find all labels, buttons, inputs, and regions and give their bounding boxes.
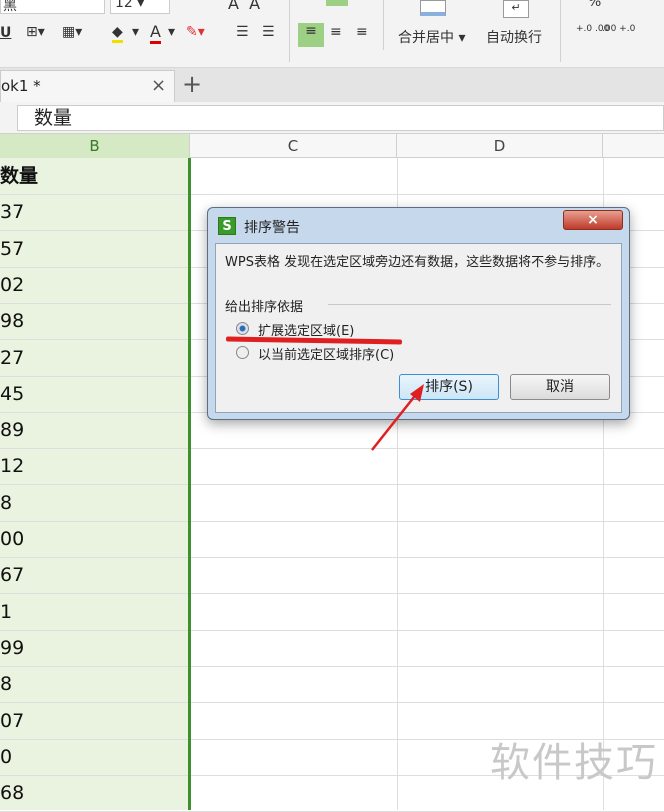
fill-dropdown-icon[interactable]: ▾ [132, 24, 139, 40]
percent-label: % [588, 0, 602, 10]
font-color-icon[interactable]: A [150, 22, 161, 44]
table-cell[interactable]: 12 [0, 448, 186, 484]
dialog-close-button[interactable]: × [563, 210, 623, 230]
font-size-select[interactable]: 12 ▾ [110, 0, 170, 14]
group-label: 给出排序依据 [225, 300, 304, 315]
wrap-text-button[interactable]: 自动换行 [486, 27, 542, 47]
table-cell[interactable]: 00 [0, 521, 186, 557]
percent-button[interactable]: % [588, 0, 601, 10]
wrap-text-label: 自动换行 [486, 30, 542, 46]
radio-selected-icon [236, 322, 249, 335]
column-header-d[interactable]: D [397, 134, 603, 158]
radio-current-selection[interactable]: 以当前选定区域排序(C) [236, 344, 456, 363]
formula-value: 数量 [34, 107, 73, 129]
table-cell[interactable]: 8 [0, 666, 186, 702]
new-tab-icon[interactable]: + [182, 70, 202, 98]
indent-increase-icon[interactable]: ☰ [262, 24, 275, 40]
fill-color-icon[interactable]: ◆ [112, 24, 123, 43]
table-cell[interactable]: 67 [0, 557, 186, 593]
radio-unselected-icon [236, 346, 249, 359]
header-cell[interactable]: 数量 [0, 158, 186, 194]
table-cell[interactable]: 37 [0, 194, 186, 230]
merge-center-label: 合并居中 [398, 30, 454, 46]
wrap-icon[interactable]: ↵ [503, 0, 529, 18]
ribbon-toolbar: 黑 12 ▾ A A U ⊞▾ ▦▾ ◆ ▾ A ▾ ✎▾ ☰ ☰ ≡ ≡ ≡ ↵ … [0, 0, 664, 68]
align-right-icon[interactable]: ≡ [356, 24, 368, 40]
column-header-b[interactable]: B [0, 134, 190, 158]
close-icon: × [587, 212, 599, 228]
merge-center-button[interactable]: 合并居中 ▾ [398, 27, 465, 47]
table-cell[interactable]: 8 [0, 485, 186, 521]
table-cell[interactable]: 57 [0, 231, 186, 267]
table-cell[interactable]: 02 [0, 267, 186, 303]
font-name-value: 黑 [3, 0, 17, 14]
radio-expand-selection[interactable]: 扩展选定区域(E) [236, 320, 456, 339]
formula-input[interactable]: 数量 [17, 105, 664, 131]
annotation-arrow-icon [371, 384, 424, 451]
increase-decimal-button[interactable]: +.0 .00 [576, 24, 609, 34]
table-cell[interactable]: 89 [0, 412, 186, 448]
cancel-button[interactable]: 取消 [510, 374, 610, 400]
table-cell[interactable]: 99 [0, 630, 186, 666]
sort-button-label: 排序(S) [425, 379, 473, 395]
decrease-decimal-button[interactable]: .00 +.0 [602, 24, 635, 34]
font-name-select[interactable]: 黑 [0, 0, 105, 14]
watermark: 软件技巧 [490, 740, 658, 786]
align-middle-icon[interactable] [326, 0, 348, 6]
font-size-value: 12 [115, 0, 133, 11]
table-cell[interactable]: 07 [0, 703, 186, 739]
dialog-message: WPS表格 发现在选定区域旁边还有数据，这些数据将不参与排序。 [225, 255, 610, 270]
dialog-title: 排序警告 [244, 220, 300, 236]
font-color-dropdown-icon[interactable]: ▾ [168, 24, 175, 40]
group-divider [328, 304, 611, 305]
align-left-icon[interactable]: ≡ [298, 23, 324, 47]
wps-logo-icon: S [218, 217, 236, 235]
table-cell[interactable]: 0 [0, 739, 186, 775]
table-cell[interactable]: 27 [0, 340, 186, 376]
selection-border [188, 158, 191, 810]
column-header-c[interactable]: C [190, 134, 397, 158]
underline-icon[interactable]: U [0, 25, 11, 41]
indent-decrease-icon[interactable]: ☰ [236, 24, 249, 40]
table-cell[interactable]: 45 [0, 376, 186, 412]
option-label: 扩展选定区域(E) [258, 324, 355, 339]
option-label: 以当前选定区域排序(C) [258, 348, 395, 363]
close-tab-icon[interactable]: × [151, 75, 166, 96]
table-cell[interactable]: 68 [0, 775, 186, 811]
align-center-icon[interactable]: ≡ [330, 24, 342, 40]
font-grow-icon[interactable]: A A [228, 0, 260, 13]
clear-format-icon[interactable]: ✎▾ [186, 24, 205, 40]
table-cell[interactable]: 98 [0, 303, 186, 339]
merge-icon[interactable] [420, 0, 446, 16]
tab-title: ok1 * [1, 77, 41, 95]
table-cell[interactable]: 1 [0, 594, 186, 630]
decrease-decimal-label: .00 +.0 [602, 24, 636, 34]
tab-workbook[interactable]: ok1 * × [0, 70, 175, 102]
cancel-button-label: 取消 [546, 379, 574, 395]
cell-style-icon[interactable]: ▦▾ [62, 24, 82, 40]
border-icon[interactable]: ⊞▾ [26, 24, 45, 40]
